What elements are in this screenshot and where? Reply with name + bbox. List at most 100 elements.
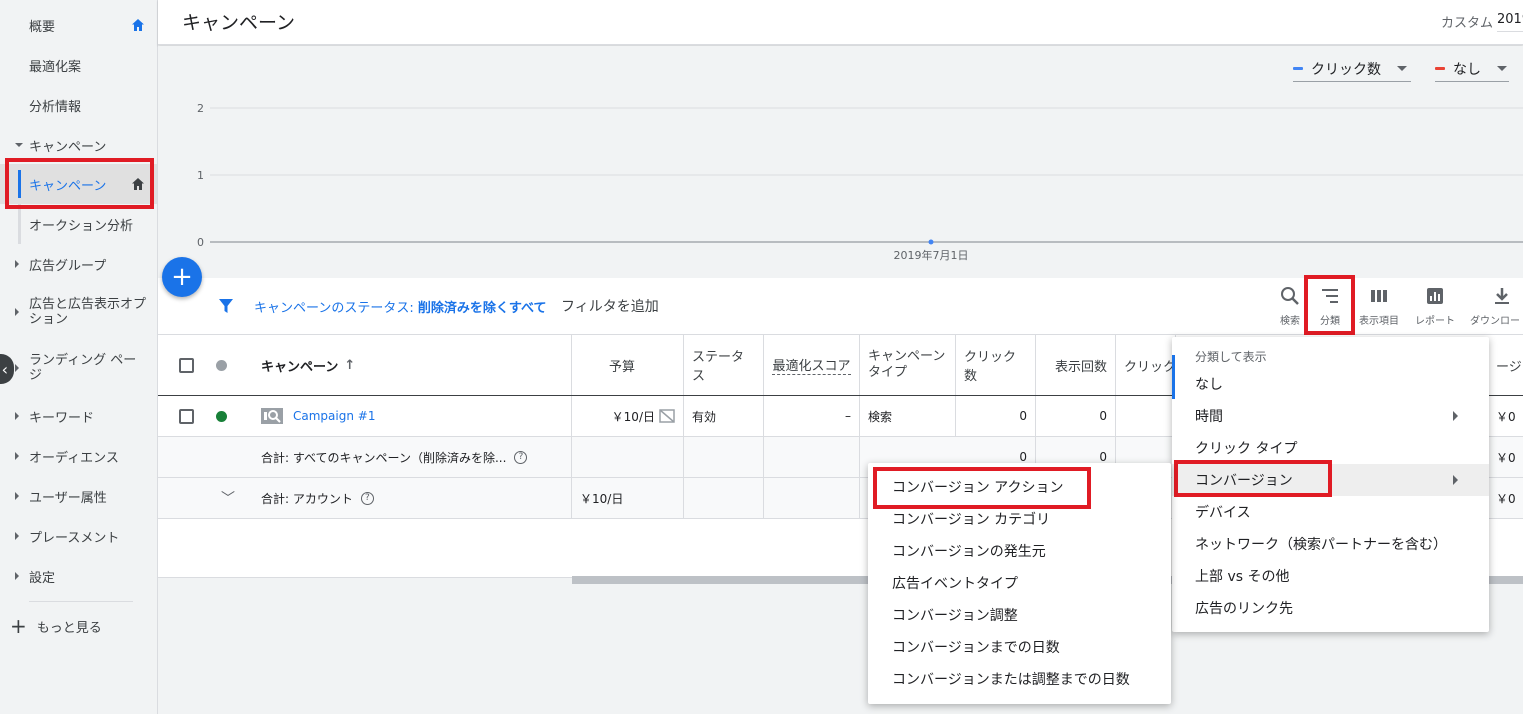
- segment-item-top-vs-other[interactable]: 上部 vs その他: [1172, 560, 1489, 592]
- conversion-item-days-to-conversion-or-adjustment[interactable]: コンバージョンまたは調整までの日数: [868, 663, 1171, 695]
- download-button-label: ダウンロー: [1470, 316, 1520, 327]
- segment-item-none[interactable]: なし: [1172, 368, 1489, 400]
- search-campaign-icon: [261, 408, 283, 424]
- segment-item-network-label: ネットワーク（検索パートナーを含む）: [1195, 537, 1447, 553]
- nav-auction-insights-label: オークション分析: [29, 218, 134, 234]
- segment-item-none-label: なし: [1195, 377, 1223, 393]
- conversion-item-category-label: コンバージョン カテゴリ: [892, 512, 1051, 528]
- date-range-label: カスタム: [1440, 16, 1493, 31]
- row-status-cell: [208, 396, 238, 436]
- total-account-label-cell: 合計: アカウント ?: [253, 478, 572, 518]
- caret-right-icon: [15, 492, 19, 500]
- expand-chevron-icon[interactable]: ﹀: [213, 478, 243, 518]
- y-tick-label: 0: [197, 236, 204, 249]
- home-icon: [132, 19, 144, 31]
- caret-right-icon: [15, 364, 19, 372]
- add-campaign-button[interactable]: +: [162, 257, 202, 297]
- total-last-cell: ￥0: [1496, 450, 1516, 465]
- nav-auction-insights[interactable]: オークション分析: [0, 204, 157, 244]
- segment-item-device[interactable]: デバイス: [1172, 496, 1489, 528]
- status-enabled-icon[interactable]: [216, 410, 227, 422]
- columns-icon: [1371, 290, 1387, 302]
- caret-right-icon: [15, 572, 19, 580]
- bar-chart-icon: [1427, 288, 1443, 304]
- segment-item-click-type-label: クリック タイプ: [1195, 441, 1298, 457]
- search-icon: [1281, 287, 1299, 305]
- sort-arrow-up-icon: ↑: [344, 357, 356, 373]
- col-optimization-score-label: 最適化スコア: [772, 355, 851, 375]
- col-campaign-type[interactable]: キャンペーン タイプ: [860, 335, 956, 395]
- status-cell[interactable]: 有効: [684, 396, 764, 436]
- row-checkbox[interactable]: [178, 408, 194, 424]
- nav-overview[interactable]: 概要: [0, 5, 157, 45]
- campaign-name-link[interactable]: Campaign #1: [293, 409, 375, 423]
- y-tick-label: 2: [197, 102, 204, 115]
- highlight-box-nav-campaigns: [5, 158, 154, 209]
- col-campaign[interactable]: キャンペーン ↑: [253, 335, 572, 395]
- date-range-picker[interactable]: 2019: [1497, 12, 1523, 32]
- select-all-checkbox[interactable]: [178, 357, 194, 373]
- plus-icon: +: [10, 614, 27, 638]
- col-budget[interactable]: 予算: [572, 335, 684, 395]
- col-clicks[interactable]: クリック数: [956, 335, 1036, 395]
- segment-item-top-vs-other-label: 上部 vs その他: [1195, 569, 1290, 585]
- segment-item-network[interactable]: ネットワーク（検索パートナーを含む）: [1172, 528, 1489, 560]
- nav-ads-extensions-label: 広告と広告表示オプション: [29, 297, 147, 327]
- segment-menu-accent: [1172, 355, 1175, 399]
- segment-item-time[interactable]: 時間: [1172, 400, 1489, 432]
- conversion-item-adjustment-label: コンバージョン調整: [892, 608, 1018, 624]
- budget-cell[interactable]: ￥10/日: [572, 396, 684, 436]
- nav-demographics[interactable]: ユーザー属性: [0, 476, 157, 516]
- nav-settings[interactable]: 設定: [0, 556, 157, 596]
- nav-ad-groups-label: 広告グループ: [29, 258, 107, 274]
- conversion-item-ad-event-type-label: 広告イベントタイプ: [892, 576, 1018, 592]
- caret-right-icon: [15, 452, 19, 460]
- col-campaign-type-line1: キャンペーン: [868, 349, 946, 364]
- col-optimization-score[interactable]: 最適化スコア: [764, 335, 860, 395]
- select-all-cell: [158, 335, 204, 395]
- download-button[interactable]: ダウンロー: [1470, 286, 1523, 327]
- y-tick-label: 1: [197, 169, 204, 182]
- help-icon[interactable]: ?: [514, 450, 528, 464]
- nav-insights[interactable]: 分析情報: [0, 85, 157, 125]
- download-icon: [1495, 288, 1509, 304]
- nav-recommendations[interactable]: 最適化案: [0, 45, 157, 85]
- status-filter-chip[interactable]: キャンペーンのステータス: 削除済みを除くすべて: [254, 297, 546, 316]
- col-campaign-label: キャンペーン: [261, 359, 339, 375]
- nav-keywords[interactable]: キーワード: [0, 396, 157, 436]
- nav-ad-groups[interactable]: 広告グループ: [0, 244, 157, 284]
- caret-right-icon: [15, 308, 19, 316]
- col-last[interactable]: ージ:: [1488, 335, 1523, 395]
- conversion-item-days-to-conversion[interactable]: コンバージョンまでの日数: [868, 631, 1171, 663]
- columns-button[interactable]: 表示項目: [1354, 286, 1404, 327]
- data-point[interactable]: [928, 239, 934, 245]
- optimization-score-cell: –: [764, 396, 860, 436]
- total-campaigns-label: 合計: すべてのキャンペーン（削除済みを除...: [261, 450, 507, 465]
- reports-button[interactable]: レポート: [1410, 286, 1460, 327]
- nav-more-label: もっと見る: [36, 620, 102, 636]
- col-impressions[interactable]: 表示回数: [1036, 335, 1116, 395]
- nav-placements[interactable]: プレースメント: [0, 516, 157, 556]
- nav-audiences[interactable]: オーディエンス: [0, 436, 157, 476]
- plus-icon: +: [171, 262, 193, 292]
- add-filter-button[interactable]: フィルタを追加: [561, 296, 659, 316]
- campaign-type-cell: 検索: [860, 396, 956, 436]
- nav-ads-extensions[interactable]: 広告と広告表示オプション: [0, 292, 157, 332]
- filter-icon[interactable]: [218, 298, 234, 314]
- clicks-cell: 0: [956, 396, 1036, 436]
- col-status[interactable]: ステータス: [684, 335, 764, 395]
- conversion-item-adjustment[interactable]: コンバージョン調整: [868, 599, 1171, 631]
- conversion-item-source[interactable]: コンバージョンの発生元: [868, 535, 1171, 567]
- search-button-label: 検索: [1280, 316, 1300, 327]
- nav-landing-pages[interactable]: ランディング ページ: [0, 348, 157, 388]
- page-title: キャンペーン: [182, 12, 296, 34]
- nav-keywords-label: キーワード: [29, 410, 95, 426]
- total-opt-cell: [764, 437, 860, 477]
- segment-item-ad-destination[interactable]: 広告のリンク先: [1172, 592, 1489, 624]
- conversion-item-ad-event-type[interactable]: 広告イベントタイプ: [868, 567, 1171, 599]
- total-account-label: 合計: アカウント: [261, 491, 353, 506]
- col-ctr[interactable]: クリック: [1116, 335, 1176, 395]
- help-icon[interactable]: ?: [360, 491, 374, 505]
- nav-insights-label: 分析情報: [29, 99, 82, 115]
- nav-more[interactable]: + もっと見る: [10, 616, 102, 636]
